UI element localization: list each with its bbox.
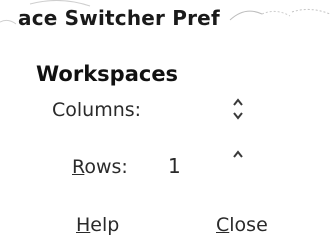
close-label: lose xyxy=(229,214,268,236)
columns-label: Columns: xyxy=(52,99,142,121)
close-button[interactable]: Close xyxy=(216,214,268,236)
help-label: elp xyxy=(90,214,120,236)
columns-spin-button[interactable] xyxy=(231,96,245,122)
workspaces-heading: Workspaces xyxy=(36,62,179,86)
spin-up-down-icon xyxy=(233,98,243,120)
close-mnemonic: C xyxy=(216,214,230,236)
spin-up-icon xyxy=(233,150,243,158)
rows-spin-button[interactable] xyxy=(231,148,245,174)
rows-mnemonic: R xyxy=(72,156,85,178)
help-mnemonic: H xyxy=(76,214,91,236)
rows-label: Rows: xyxy=(72,156,128,178)
window-title: ace Switcher Pref xyxy=(18,6,220,30)
window-titlebar[interactable]: ace Switcher Pref xyxy=(0,0,332,36)
rows-label-text: ows: xyxy=(84,156,128,178)
help-button[interactable]: Help xyxy=(76,214,119,236)
rows-value[interactable]: 1 xyxy=(168,154,181,178)
